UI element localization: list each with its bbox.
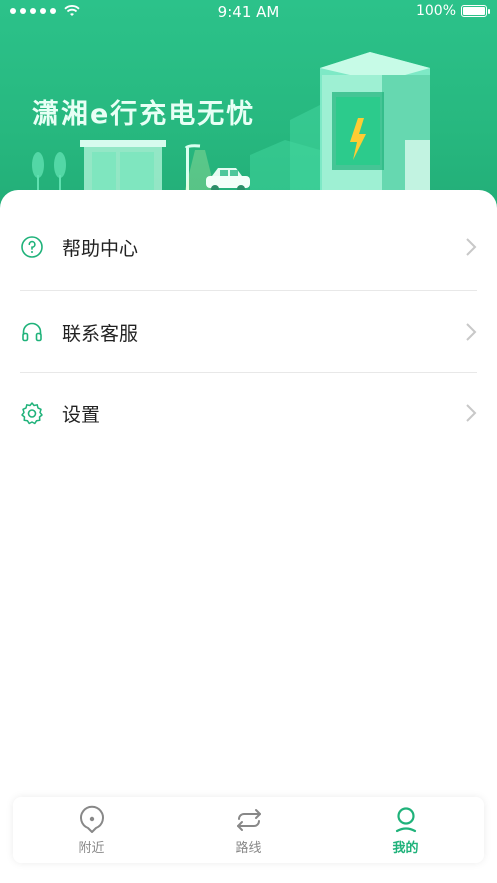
tab-route[interactable]: 路线 xyxy=(170,797,327,863)
headphones-icon xyxy=(22,322,42,342)
chevron-right-icon xyxy=(466,323,477,341)
tab-label-nearby: 附近 xyxy=(78,840,105,856)
gear-icon xyxy=(21,402,43,425)
menu-label-help-center: 帮助中心 xyxy=(62,237,139,260)
tab-mine[interactable]: 我的 xyxy=(327,797,484,863)
menu-label-settings: 设置 xyxy=(62,403,101,426)
tab-nearby[interactable]: 附近 xyxy=(13,797,170,863)
hero-banner: 9:41 AM 100% 潇湘e行充电无忧 xyxy=(0,0,497,215)
user-icon xyxy=(395,806,416,832)
chevron-right-icon xyxy=(466,404,477,422)
hero-slogan: 潇湘e行充电无忧 xyxy=(32,99,256,130)
route-arrows-icon xyxy=(236,808,261,831)
question-circle-icon xyxy=(21,236,43,258)
menu-item-settings[interactable]: 设置 xyxy=(20,373,477,453)
divider xyxy=(20,290,477,291)
menu-item-help-center[interactable]: 帮助中心 xyxy=(20,207,477,287)
location-pin-icon xyxy=(79,805,104,833)
tab-label-route: 路线 xyxy=(235,840,262,856)
tab-label-mine: 我的 xyxy=(392,840,419,856)
chevron-right-icon xyxy=(466,238,477,256)
menu-item-contact-support[interactable]: 联系客服 xyxy=(20,292,477,372)
bottom-tab-bar: 附近 路线 我的 xyxy=(13,797,484,863)
menu-label-contact-support: 联系客服 xyxy=(62,322,139,345)
